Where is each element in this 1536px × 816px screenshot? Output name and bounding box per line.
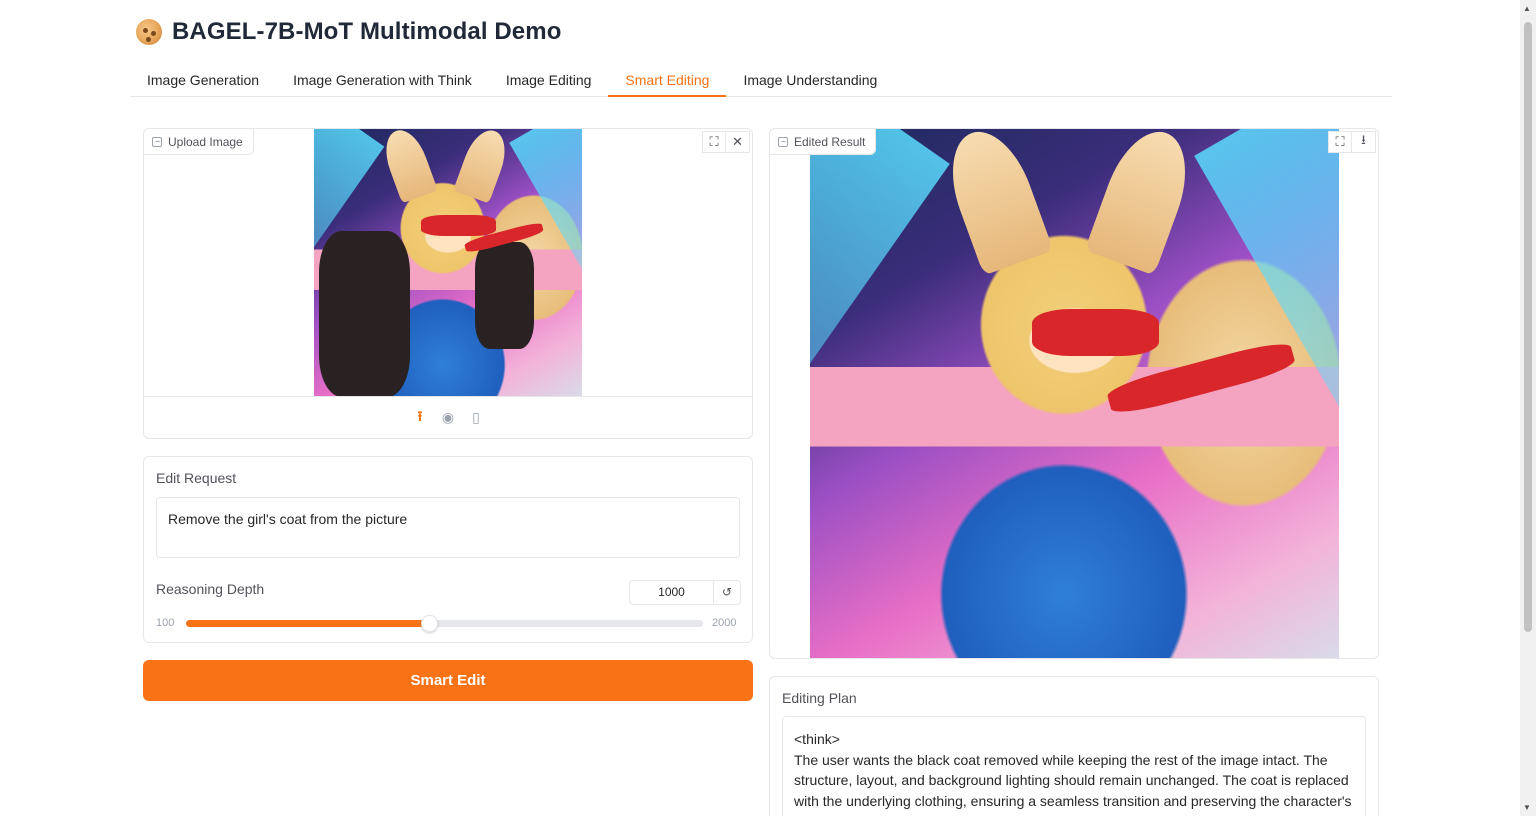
result-panel-controls: ⛶ ⭳ <box>1328 131 1376 153</box>
edited-result-label-text: Edited Result <box>794 134 866 149</box>
editing-plan-output[interactable]: <think> The user wants the black coat re… <box>782 716 1366 816</box>
app-page: BAGEL-7B-MoT Multimodal Demo Image Gener… <box>0 0 1536 816</box>
reasoning-depth-slider[interactable] <box>186 615 703 632</box>
tab-image-understanding[interactable]: Image Understanding <box>726 62 894 97</box>
upload-icon[interactable]: ⭱ <box>411 408 429 427</box>
tab-bar: Image Generation Image Generation with T… <box>130 62 1392 97</box>
edit-request-panel: Edit Request Remove the girl's coat from… <box>143 456 753 643</box>
image-icon <box>778 136 788 147</box>
slider-min-label: 100 <box>156 617 175 629</box>
bagel-logo-icon <box>136 19 162 45</box>
fullscreen-icon[interactable]: ⛶ <box>1328 131 1352 153</box>
tab-image-editing[interactable]: Image Editing <box>489 62 609 97</box>
edit-request-label: Edit Request <box>156 470 237 486</box>
scroll-up-icon[interactable]: ▲ <box>1523 4 1531 13</box>
image-icon <box>152 136 162 147</box>
upload-image-label-text: Upload Image <box>168 134 243 149</box>
fullscreen-icon[interactable]: ⛶ <box>702 131 726 153</box>
editing-plan-label: Editing Plan <box>782 690 857 706</box>
uploaded-image <box>314 129 582 397</box>
smart-edit-button[interactable]: Smart Edit <box>143 660 753 701</box>
slider-fill <box>186 620 429 627</box>
plan-line: <think> <box>794 731 840 747</box>
clipboard-icon[interactable]: ▯ <box>467 409 485 427</box>
upload-panel-controls: ⛶ ✕ <box>702 131 750 153</box>
image-source-toolbar: ⭱ ◉ ▯ <box>144 396 752 438</box>
slider-thumb[interactable] <box>420 615 438 632</box>
edit-request-input[interactable]: Remove the girl's coat from the picture <box>156 497 740 558</box>
app-header: BAGEL-7B-MoT Multimodal Demo <box>136 18 561 46</box>
scrollbar-thumb[interactable] <box>1524 22 1532 632</box>
upload-image-panel[interactable]: Upload Image ⛶ ✕ ⭱ ◉ ▯ <box>143 128 753 439</box>
tab-smart-editing[interactable]: Smart Editing <box>608 62 727 97</box>
slider-max-label: 2000 <box>712 617 737 629</box>
tab-image-generation-with-think[interactable]: Image Generation with Think <box>276 62 489 97</box>
reasoning-depth-label: Reasoning Depth <box>156 581 265 597</box>
webcam-icon[interactable]: ◉ <box>439 409 457 427</box>
edited-result-panel: Edited Result ⛶ ⭳ <box>769 128 1379 659</box>
edited-result-image <box>810 129 1339 658</box>
upload-image-label: Upload Image <box>144 129 254 155</box>
page-scrollbar[interactable]: ▲ ▼ <box>1520 0 1536 816</box>
reasoning-depth-input[interactable]: 1000 <box>630 581 714 604</box>
reasoning-depth-number: 1000 ↺ <box>629 580 741 605</box>
page-title: BAGEL-7B-MoT Multimodal Demo <box>172 18 562 45</box>
editing-plan-panel: Editing Plan <think> The user wants the … <box>769 676 1379 816</box>
download-icon[interactable]: ⭳ <box>1352 131 1376 153</box>
scroll-down-icon[interactable]: ▼ <box>1523 803 1531 812</box>
tab-image-generation[interactable]: Image Generation <box>130 62 276 97</box>
reset-icon[interactable]: ↺ <box>714 581 740 604</box>
plan-line: The user wants the black coat removed wh… <box>794 751 1352 816</box>
close-icon[interactable]: ✕ <box>726 131 750 153</box>
edited-result-label: Edited Result <box>770 129 877 155</box>
